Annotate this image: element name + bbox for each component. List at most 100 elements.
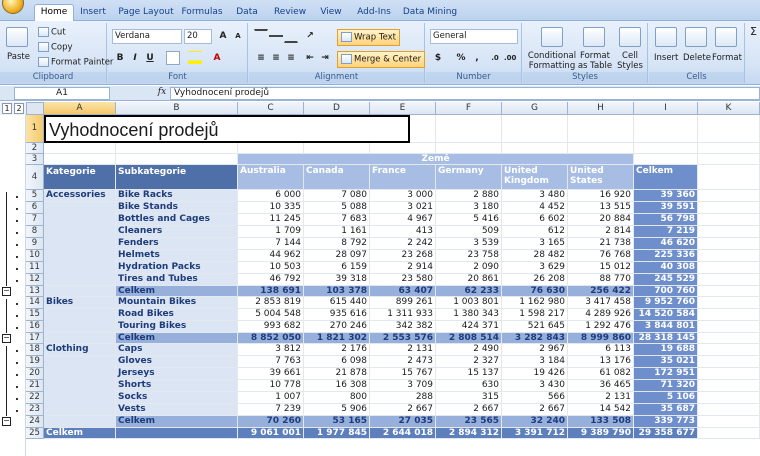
value-cell[interactable]: 3 282 843 — [502, 333, 568, 344]
value-cell[interactable]: 13 176 — [568, 356, 634, 368]
row-total-cell[interactable]: 35 687 — [634, 404, 698, 416]
row-header[interactable]: 8 — [26, 226, 44, 238]
increase-decimal-icon[interactable]: .0 — [488, 51, 502, 65]
grid-cell[interactable] — [436, 115, 502, 143]
value-cell[interactable]: 1 292 476 — [568, 321, 634, 333]
select-all-corner[interactable] — [26, 102, 44, 115]
grid-cell[interactable] — [698, 309, 760, 321]
value-cell[interactable]: 899 261 — [370, 297, 436, 309]
value-cell[interactable]: 3 709 — [370, 380, 436, 392]
value-cell[interactable]: 23 758 — [436, 250, 502, 262]
row-total-cell[interactable]: 172 951 — [634, 368, 698, 380]
value-cell[interactable]: 2 880 — [436, 190, 502, 202]
value-cell[interactable]: 288 — [370, 392, 436, 404]
value-cell[interactable]: 342 382 — [370, 321, 436, 333]
row-header[interactable]: 6 — [26, 202, 44, 214]
grid-cell[interactable] — [698, 190, 760, 202]
column-header[interactable]: F — [436, 102, 502, 115]
grid-cell[interactable] — [370, 143, 436, 154]
value-cell[interactable]: 103 378 — [304, 286, 370, 297]
grid-cell[interactable] — [698, 286, 760, 297]
value-cell[interactable]: 521 645 — [502, 321, 568, 333]
value-cell[interactable]: 5 088 — [304, 202, 370, 214]
value-cell[interactable]: 2 808 514 — [436, 333, 502, 344]
value-cell[interactable]: 7 080 — [304, 190, 370, 202]
value-cell[interactable]: 9 389 790 — [568, 428, 634, 439]
value-cell[interactable]: 20 861 — [436, 274, 502, 286]
value-cell[interactable]: 1 977 845 — [304, 428, 370, 439]
worksheet-grid[interactable]: Vyhodnocení prodejů Země Kategorie Subkateg… — [44, 115, 760, 456]
collapse-group-button[interactable]: − — [2, 334, 11, 343]
value-cell[interactable]: 53 165 — [304, 416, 370, 428]
format-as-table-button[interactable]: Format as Table — [575, 51, 615, 71]
row-header[interactable]: 23 — [26, 404, 44, 416]
row-header[interactable]: 2 — [26, 143, 44, 154]
value-cell[interactable]: 315 — [436, 392, 502, 404]
number-format-select[interactable]: General — [430, 29, 518, 44]
row-header[interactable]: 3 — [26, 154, 44, 165]
grid-cell[interactable] — [698, 214, 760, 226]
grid-cell[interactable] — [698, 392, 760, 404]
grid-cell[interactable] — [698, 404, 760, 416]
value-cell[interactable]: 2 667 — [370, 404, 436, 416]
row-total-cell[interactable]: 339 773 — [634, 416, 698, 428]
value-cell[interactable]: 21 738 — [568, 238, 634, 250]
value-cell[interactable]: 6 159 — [304, 262, 370, 274]
row-header[interactable]: 22 — [26, 392, 44, 404]
grid-cell[interactable] — [634, 115, 698, 143]
grid-cell[interactable] — [698, 344, 760, 356]
underline-button[interactable]: U — [143, 51, 157, 65]
value-cell[interactable]: 8 999 860 — [568, 333, 634, 344]
grid-cell[interactable] — [698, 416, 760, 428]
value-cell[interactable]: 2 853 819 — [238, 297, 304, 309]
value-cell[interactable]: 509 — [436, 226, 502, 238]
value-cell[interactable]: 1 007 — [238, 392, 304, 404]
tab-add-ins[interactable]: Add-Ins — [354, 5, 394, 21]
grid-cell[interactable] — [44, 143, 116, 154]
borders-icon[interactable] — [166, 51, 180, 65]
value-cell[interactable]: 26 208 — [502, 274, 568, 286]
value-cell[interactable]: 1 311 933 — [370, 309, 436, 321]
value-cell[interactable]: 7 144 — [238, 238, 304, 250]
value-cell[interactable]: 138 691 — [238, 286, 304, 297]
value-cell[interactable]: 1 598 217 — [502, 309, 568, 321]
grid-cell[interactable] — [698, 380, 760, 392]
grid-cell[interactable] — [44, 154, 116, 165]
font-size-select[interactable]: 20 — [184, 29, 212, 44]
comma-button[interactable]: , — [470, 51, 484, 65]
value-cell[interactable]: 63 407 — [370, 286, 436, 297]
value-cell[interactable]: 15 767 — [370, 368, 436, 380]
grid-cell[interactable] — [436, 143, 502, 154]
value-cell[interactable]: 3 480 — [502, 190, 568, 202]
name-box[interactable]: A1 — [14, 87, 110, 100]
grid-cell[interactable] — [568, 143, 634, 154]
value-cell[interactable]: 11 245 — [238, 214, 304, 226]
tab-review[interactable]: Review — [272, 5, 308, 21]
row-header[interactable]: 14 — [26, 297, 44, 309]
value-cell[interactable]: 7 683 — [304, 214, 370, 226]
value-cell[interactable]: 133 508 — [568, 416, 634, 428]
grid-cell[interactable] — [698, 202, 760, 214]
row-header[interactable]: 24 — [26, 416, 44, 428]
column-header[interactable]: K — [698, 102, 760, 115]
column-header[interactable]: A — [44, 102, 116, 115]
value-cell[interactable]: 15 012 — [568, 262, 634, 274]
value-cell[interactable]: 76 630 — [502, 286, 568, 297]
grid-cell[interactable] — [698, 333, 760, 344]
value-cell[interactable]: 4 452 — [502, 202, 568, 214]
value-cell[interactable]: 27 035 — [370, 416, 436, 428]
row-header[interactable]: 17 — [26, 333, 44, 344]
value-cell[interactable]: 3 539 — [436, 238, 502, 250]
value-cell[interactable]: 2 327 — [436, 356, 502, 368]
row-header[interactable]: 10 — [26, 250, 44, 262]
shrink-font-icon[interactable]: A — [231, 29, 245, 43]
grid-cell[interactable] — [116, 143, 238, 154]
tab-home[interactable]: Home — [34, 4, 74, 22]
grid-cell[interactable] — [698, 250, 760, 262]
grid-cell[interactable] — [238, 143, 304, 154]
row-total-cell[interactable]: 3 844 801 — [634, 321, 698, 333]
row-header[interactable]: 13 — [26, 286, 44, 297]
value-cell[interactable]: 2 090 — [436, 262, 502, 274]
value-cell[interactable]: 2 490 — [436, 344, 502, 356]
tab-data-mining[interactable]: Data Mining — [400, 5, 460, 21]
